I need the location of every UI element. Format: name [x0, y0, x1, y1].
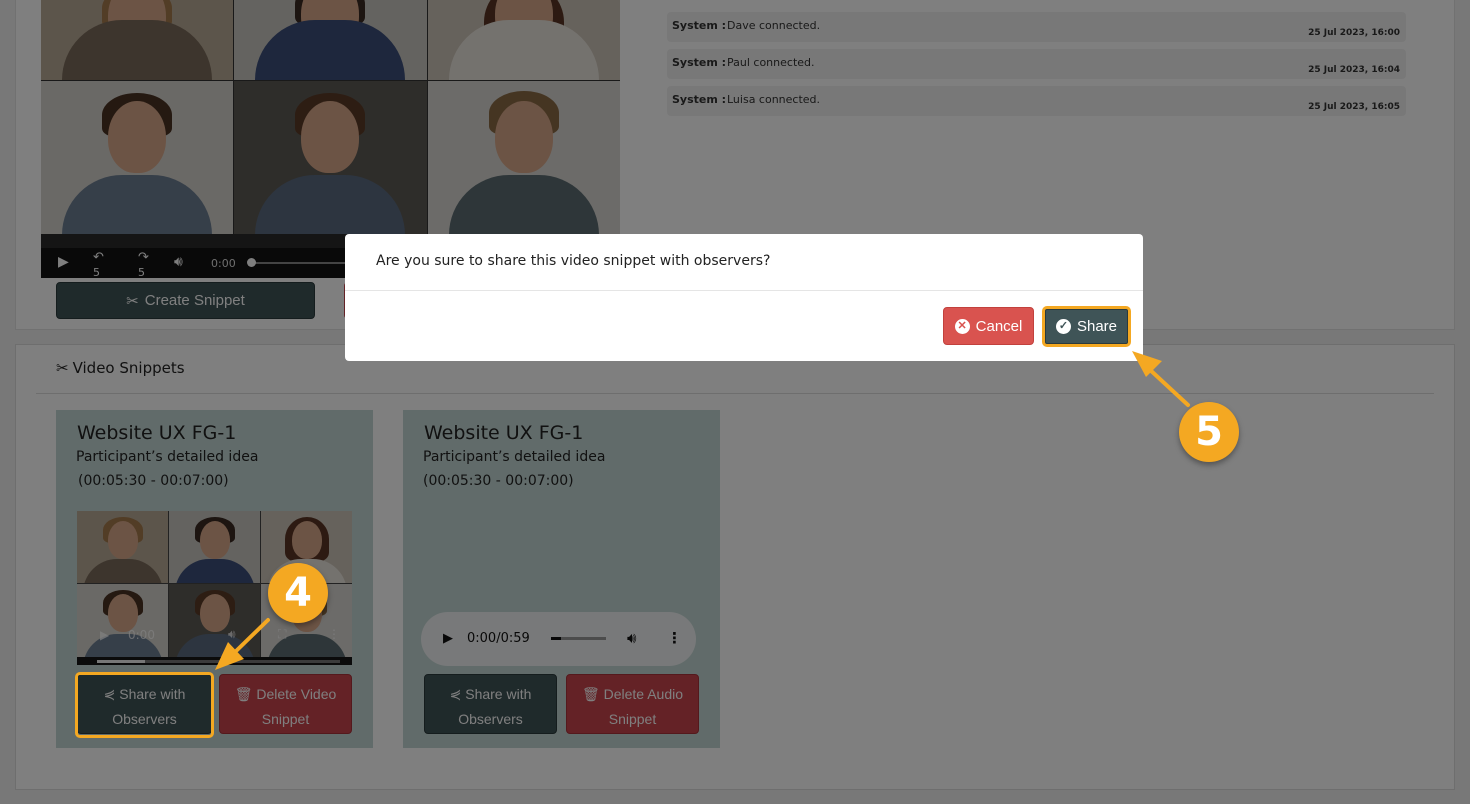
check-circle-icon: ✓: [1055, 319, 1071, 334]
step-5-badge: 5: [1179, 402, 1239, 462]
dialog-message: Are you sure to share this video snippet…: [376, 253, 771, 269]
cancel-button[interactable]: ✕ Cancel: [943, 307, 1034, 345]
dialog-divider: [345, 290, 1143, 291]
times-circle-icon: ✕: [954, 318, 970, 334]
step-4-badge: 4: [268, 563, 328, 623]
share-button[interactable]: ✓ Share: [1042, 306, 1131, 347]
share-confirm-dialog: Are you sure to share this video snippet…: [345, 234, 1143, 361]
step-4-highlight: [75, 672, 214, 738]
modal-backdrop[interactable]: [0, 0, 1470, 804]
